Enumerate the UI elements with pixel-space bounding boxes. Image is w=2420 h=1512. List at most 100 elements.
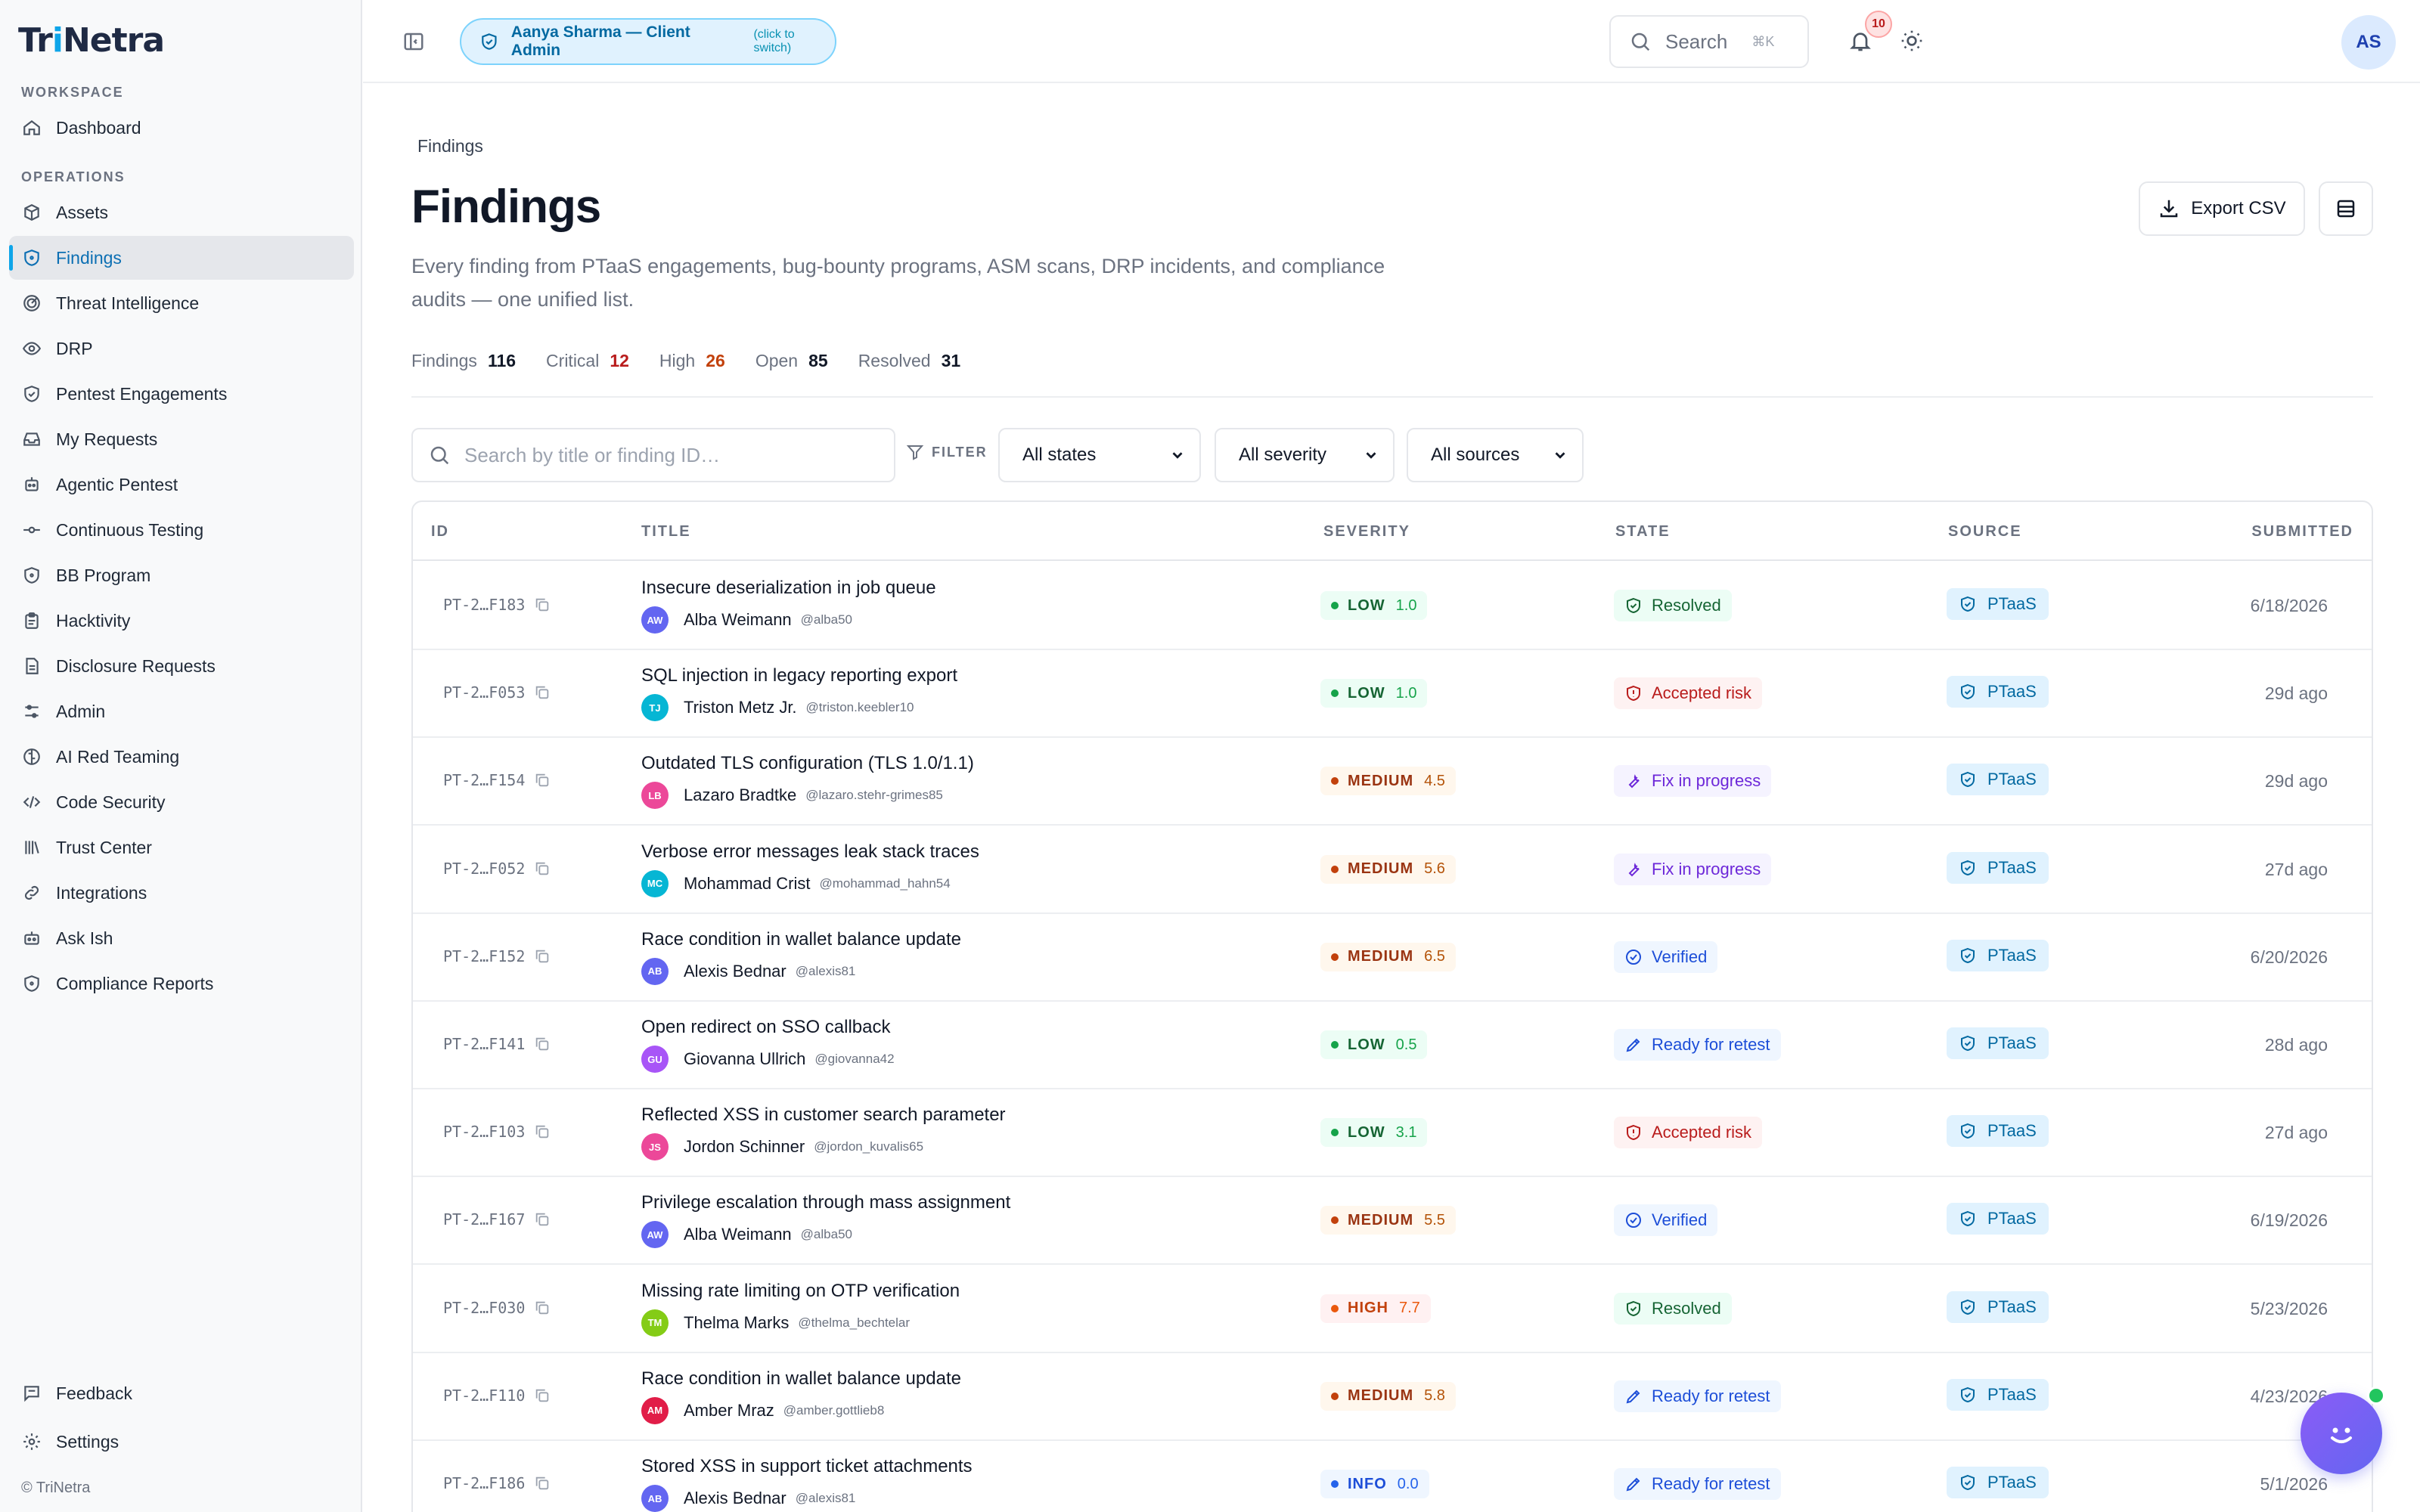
sidebar-item-continuous-testing[interactable]: Continuous Testing (9, 508, 354, 552)
source-filter-select[interactable]: All sources (1407, 428, 1584, 482)
sidebar-item-label: Assets (56, 202, 109, 222)
table-row[interactable]: PT-2…F183 Insecure deserialization in job… (413, 562, 2372, 650)
column-header-severity[interactable]: SEVERITY (1323, 523, 1410, 541)
severity-score: 4.5 (1424, 772, 1445, 789)
finding-title[interactable]: Race condition in wallet balance update (641, 1368, 961, 1390)
assistant-chat-button[interactable] (2301, 1393, 2382, 1474)
finding-title[interactable]: Race condition in wallet balance update (641, 929, 961, 950)
severity-badge: HIGH 7.7 (1320, 1294, 1431, 1323)
table-row[interactable]: PT-2…F030 Missing rate limiting on OTP ve… (413, 1266, 2372, 1353)
copy-icon[interactable] (534, 684, 551, 701)
finding-id: PT-2…F152 (443, 947, 551, 965)
sidebar-item-threat-intelligence[interactable]: Threat Intelligence (9, 281, 354, 325)
shield-check-icon (1961, 1211, 1975, 1227)
column-header-submitted[interactable]: SUBMITTED (2251, 523, 2353, 541)
sidebar-item-feedback[interactable]: Feedback (9, 1371, 354, 1415)
finding-title[interactable]: Reflected XSS in customer search paramet… (641, 1105, 1006, 1126)
copy-icon[interactable] (534, 596, 551, 613)
table-row[interactable]: PT-2…F152 Race condition in wallet balanc… (413, 914, 2372, 1002)
copy-icon[interactable] (534, 1300, 551, 1316)
theme-toggle-button[interactable] (1897, 26, 1927, 56)
copy-icon[interactable] (534, 860, 551, 877)
sidebar-item-admin[interactable]: Admin (9, 689, 354, 733)
severity-score: 5.8 (1424, 1387, 1445, 1405)
sidebar-toggle-button[interactable] (401, 29, 427, 54)
stat-open[interactable]: Open 85 (755, 351, 828, 371)
export-csv-button[interactable]: Export CSV (2139, 181, 2305, 236)
copy-icon[interactable] (534, 1123, 551, 1140)
table-row[interactable]: PT-2…F167 Privilege escalation through ma… (413, 1177, 2372, 1266)
copy-icon[interactable] (534, 1387, 551, 1404)
stat-high[interactable]: High 26 (659, 351, 725, 371)
global-search-label: Search (1665, 29, 1728, 53)
sidebar-item-pentest-engagements[interactable]: Pentest Engagements (9, 372, 354, 416)
sidebar-item-findings[interactable]: Findings (9, 236, 354, 280)
table-row[interactable]: PT-2…F103 Reflected XSS in customer searc… (413, 1089, 2372, 1178)
finding-title[interactable]: Insecure deserialization in job queue (641, 578, 936, 599)
breadcrumb[interactable]: Findings (417, 136, 483, 156)
client-switcher[interactable]: Aanya Sharma — Client Admin (click to sw… (460, 18, 836, 65)
column-header-title[interactable]: TITLE (641, 523, 691, 541)
finding-title[interactable]: Outdated TLS configuration (TLS 1.0/1.1) (641, 753, 974, 774)
severity-score: 0.5 (1395, 1036, 1417, 1053)
sidebar-item-drp[interactable]: DRP (9, 327, 354, 370)
user-avatar[interactable]: AS (2341, 15, 2396, 70)
state-filter-select[interactable]: All states (998, 428, 1201, 482)
copy-icon[interactable] (534, 1036, 551, 1052)
copy-icon[interactable] (534, 1211, 551, 1228)
trinetra-logo[interactable]: TriNetra (18, 20, 165, 60)
sidebar-item-my-requests[interactable]: My Requests (9, 417, 354, 461)
sliders-icon (21, 701, 42, 722)
source-badge: PTaaS (1947, 851, 2049, 884)
state-badge: Resolved (1614, 590, 1732, 621)
sidebar-item-compliance-reports[interactable]: Compliance Reports (9, 962, 354, 1005)
finding-id: PT-2…F167 (443, 1210, 551, 1228)
sidebar-item-disclosure-requests[interactable]: Disclosure Requests (9, 644, 354, 688)
severity-badge: MEDIUM 5.6 (1320, 854, 1456, 884)
table-row[interactable]: PT-2…F053 SQL injection in legacy reporti… (413, 650, 2372, 739)
sidebar-item-trust-center[interactable]: Trust Center (9, 826, 354, 869)
copy-icon[interactable] (534, 1475, 551, 1492)
column-header-source[interactable]: SOURCE (1948, 523, 2022, 541)
stat-findings[interactable]: Findings 116 (411, 351, 516, 371)
sidebar-item-dashboard[interactable]: Dashboard (9, 106, 354, 150)
eye-icon (22, 342, 42, 355)
sidebar-item-ask-ish[interactable]: Ask Ish (9, 916, 354, 960)
sidebar-item-hacktivity[interactable]: Hacktivity (9, 599, 354, 643)
submitted-date: 28d ago (2264, 1035, 2328, 1055)
finding-title[interactable]: Open redirect on SSO callback (641, 1017, 891, 1038)
stat-resolved[interactable]: Resolved 31 (858, 351, 960, 371)
finding-search-input[interactable]: Search by title or finding ID… (411, 428, 895, 482)
copy-icon[interactable] (534, 772, 551, 789)
sidebar-item-settings[interactable]: Settings (9, 1420, 354, 1464)
table-row[interactable]: PT-2…F186 Stored XSS in support ticket at… (413, 1441, 2372, 1512)
table-row[interactable]: PT-2…F141 Open redirect on SSO callback GU… (413, 1002, 2372, 1089)
finding-title[interactable]: Missing rate limiting on OTP verificatio… (641, 1281, 960, 1302)
column-header-id[interactable]: ID (431, 523, 449, 541)
sidebar-item-agentic-pentest[interactable]: Agentic Pentest (9, 463, 354, 507)
column-settings-button[interactable] (2319, 181, 2373, 236)
table-row[interactable]: PT-2…F052 Verbose error messages leak sta… (413, 826, 2372, 914)
stat-critical[interactable]: Critical 12 (546, 351, 629, 371)
finding-title[interactable]: Privilege escalation through mass assign… (641, 1192, 1010, 1213)
table-row[interactable]: PT-2…F110 Race condition in wallet balanc… (413, 1353, 2372, 1441)
severity-label: HIGH (1348, 1300, 1388, 1317)
severity-filter-select[interactable]: All severity (1215, 428, 1395, 482)
severity-label: LOW (1348, 684, 1385, 702)
sidebar-item-label: Feedback (56, 1383, 133, 1403)
finding-title[interactable]: Verbose error messages leak stack traces (641, 841, 979, 863)
finding-title[interactable]: SQL injection in legacy reporting export (641, 665, 957, 686)
sidebar-item-assets[interactable]: Assets (9, 191, 354, 234)
sidebar-item-code-security[interactable]: Code Security (9, 780, 354, 824)
finding-title[interactable]: Stored XSS in support ticket attachments (641, 1456, 973, 1477)
source-label: PTaaS (1987, 1384, 2037, 1404)
sidebar-item-ai-red-teaming[interactable]: AI Red Teaming (9, 735, 354, 779)
shield-alert-icon (1627, 686, 1640, 702)
column-header-state[interactable]: STATE (1615, 523, 1671, 541)
link-icon (24, 885, 39, 900)
table-row[interactable]: PT-2…F154 Outdated TLS configuration (TLS… (413, 738, 2372, 826)
sidebar-item-integrations[interactable]: Integrations (9, 871, 354, 915)
global-search-button[interactable]: Search ⌘K (1609, 15, 1809, 68)
sidebar-item-bb-program[interactable]: BB Program (9, 553, 354, 597)
copy-icon[interactable] (534, 948, 551, 965)
